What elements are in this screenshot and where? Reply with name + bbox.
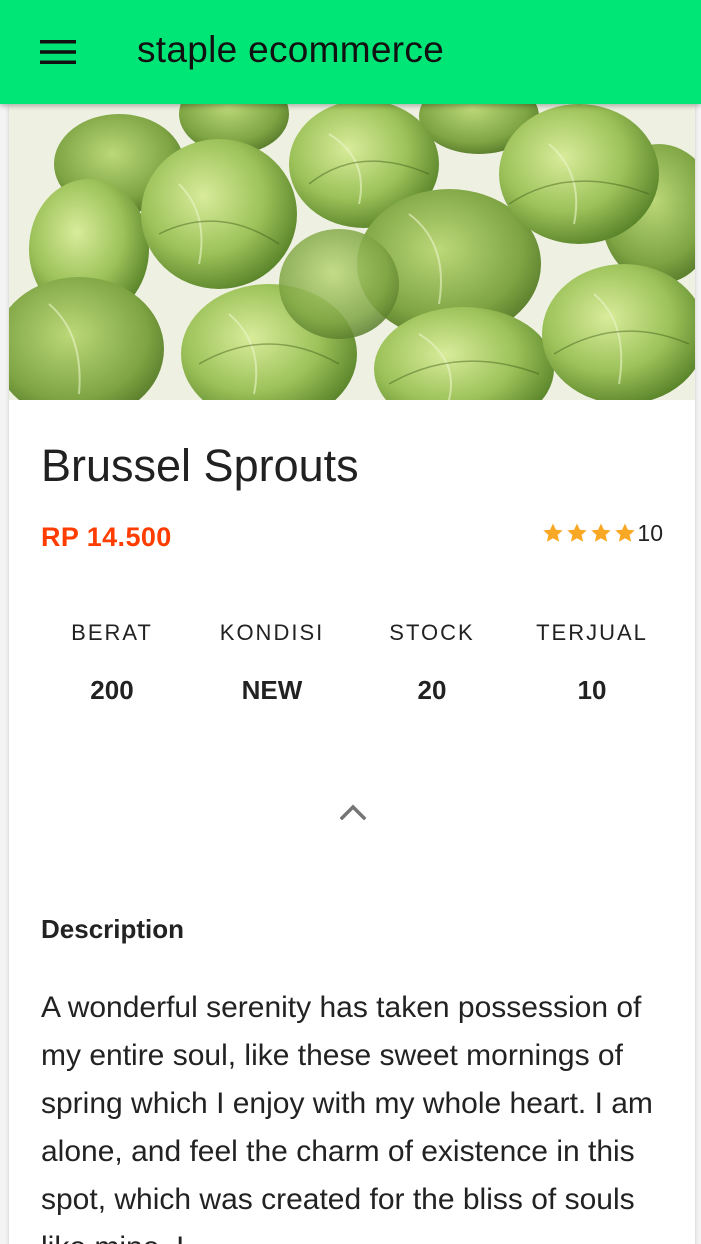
app-bar: staple ecommerce (0, 0, 701, 104)
stat-label: STOCK (389, 620, 475, 645)
menu-button[interactable] (22, 16, 94, 88)
stat-value: 200 (90, 675, 134, 705)
stat-value: NEW (241, 675, 303, 705)
product-stats: BERAT 200 KONDISI NEW STOCK 20 TERJUAL 1… (32, 618, 672, 708)
star-icon (615, 523, 636, 542)
stat-label: TERJUAL (536, 620, 648, 645)
product-name: Brussel Sprouts (41, 440, 359, 491)
stat-stock: STOCK 20 (352, 618, 512, 708)
stat-label: KONDISI (219, 620, 325, 645)
stat-label: BERAT (71, 620, 153, 645)
rating-stars (541, 521, 637, 545)
product-card: Brussel Sprouts RP 14.500 10 BERAT 200 K… (9, 104, 695, 1244)
brussel-sprouts-photo (9, 104, 695, 400)
description-heading: Description (41, 914, 185, 944)
star-icon (591, 523, 612, 542)
product-price: RP 14.500 (41, 522, 172, 552)
stat-value: 20 (417, 675, 447, 705)
product-rating: 10 (541, 518, 663, 548)
hamburger-menu-icon (40, 40, 76, 64)
star-icon (543, 523, 564, 542)
app-title: staple ecommerce (137, 29, 445, 70)
chevron-up-icon (340, 804, 366, 820)
stat-terjual: TERJUAL 10 (512, 618, 672, 708)
rating-count: 10 (637, 520, 663, 546)
product-image (9, 104, 695, 400)
stat-kondisi: KONDISI NEW (192, 618, 352, 708)
collapse-toggle-button[interactable] (328, 792, 378, 832)
app-root: staple ecommerce Brussel Sprouts RP 14.5… (0, 0, 701, 1244)
description-text: A wonderful serenity has taken possessio… (41, 991, 653, 1244)
stat-berat: BERAT 200 (32, 618, 192, 708)
star-icon (567, 523, 588, 542)
stat-value: 10 (577, 675, 607, 705)
